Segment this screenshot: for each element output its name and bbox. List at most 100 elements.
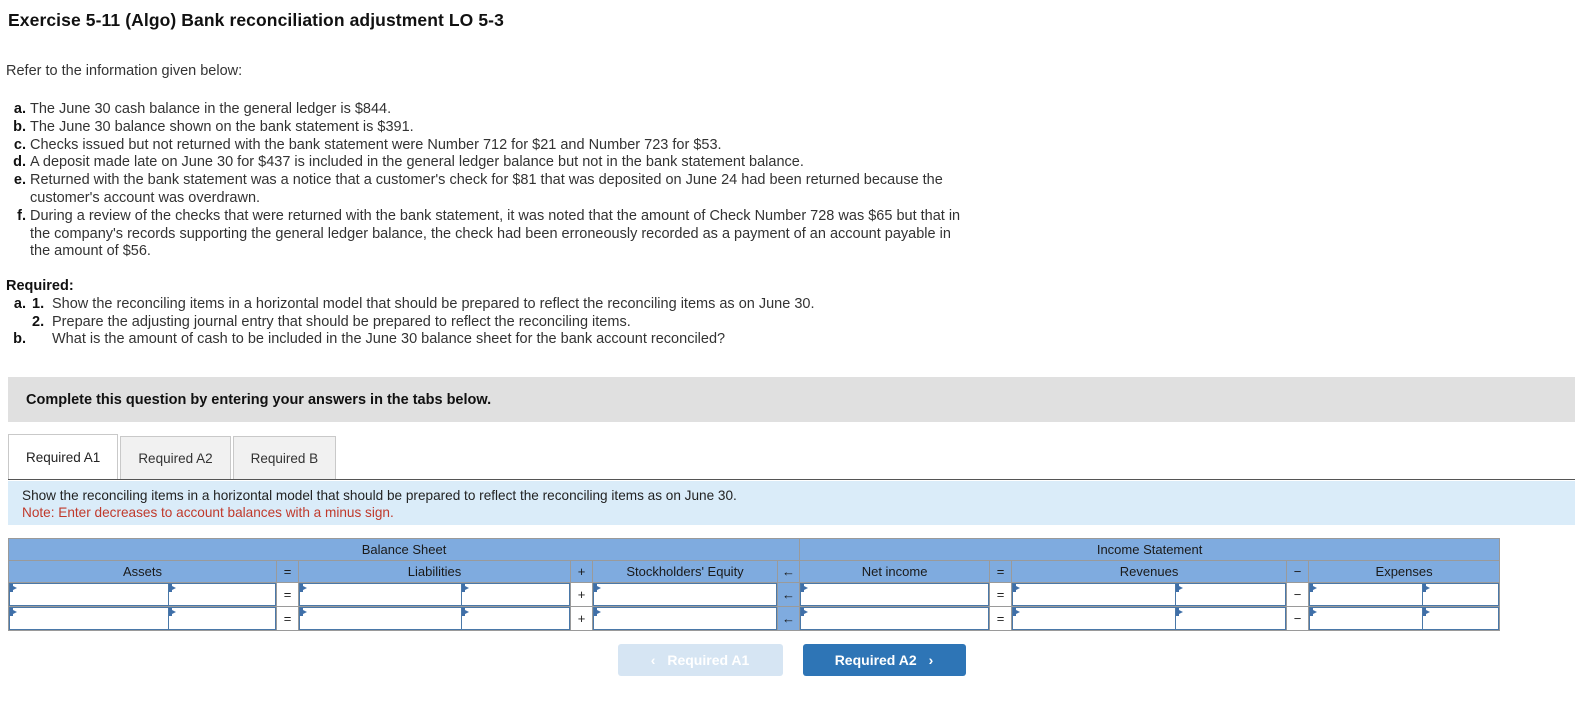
expenses-account-input-r2[interactable] [1310,608,1423,629]
revenues-account-input-wrap-r1[interactable] [1012,583,1177,606]
column-header-equals-1: = [276,560,299,583]
tab-label: Required A2 [138,451,213,466]
table-group-header-row: Balance Sheet Income Statement [7,538,1501,561]
operator-left-arrow-r2: ← [776,606,801,631]
cell-stockholders-equity [592,606,778,631]
fact-item: c. Checks issued but not returned with t… [6,137,966,155]
column-header-liabilities: Liabilities [298,560,571,583]
revenues-amount-input-wrap-r1[interactable] [1176,583,1287,606]
liabilities-amount-input-r1[interactable] [461,584,569,605]
tab-required-a1[interactable]: Required A1 [8,434,119,480]
fact-label: f. [17,207,26,224]
net-income-input-wrap-r2[interactable] [800,607,990,630]
fact-item: e. Returned with the bank statement was … [6,172,966,208]
fact-item: f. During a review of the checks that we… [6,208,966,261]
liabilities-account-input-r2[interactable] [300,608,461,629]
page-title: Exercise 5-11 (Algo) Bank reconciliation… [8,10,504,30]
fact-label: c. [13,136,26,153]
chevron-left-icon: ‹ [650,652,656,668]
required-item: 2. Prepare the adjusting journal entry t… [6,314,986,332]
net-income-input-r2[interactable] [801,608,989,629]
tab-label: Required B [250,451,319,466]
column-header-net-income: Net income [799,560,991,583]
expenses-amount-input-wrap-r1[interactable] [1423,583,1500,606]
prev-required-a1-button[interactable]: ‹ Required A1 [617,644,783,676]
operator-minus-r2: − [1286,606,1310,631]
assets-amount-input-wrap-r2[interactable] [169,607,276,630]
horizontal-model-table: Balance Sheet Income Statement Assets = … [7,538,1501,631]
assets-account-input-wrap-r2[interactable] [9,607,170,630]
expenses-account-input-r1[interactable] [1310,584,1423,605]
expenses-account-input-wrap-r2[interactable] [1309,607,1424,630]
cell-assets [8,582,277,607]
column-header-equals-2: = [989,560,1013,583]
equity-input-r1[interactable] [594,584,776,605]
required-text: Prepare the adjusting journal entry that… [52,313,631,330]
column-header-minus: − [1286,560,1310,583]
next-button-label: Required A2 [834,652,917,668]
equity-input-r2[interactable] [594,608,776,629]
operator-left-arrow-r1: ← [776,582,801,607]
liabilities-account-input-r1[interactable] [300,584,461,605]
required-num: 2. [32,313,45,330]
expenses-account-input-wrap-r1[interactable] [1309,583,1424,606]
cell-net-income [799,582,991,607]
required-item: b. What is the amount of cash to be incl… [6,331,986,349]
revenues-account-input-r2[interactable] [1013,608,1176,629]
expenses-amount-input-r2[interactable] [1423,608,1499,629]
next-required-a2-button[interactable]: Required A2 › [802,644,966,676]
assets-account-input-wrap-r1[interactable] [9,583,170,606]
liabilities-account-input-wrap-r1[interactable] [299,583,462,606]
table-head: Balance Sheet Income Statement Assets = … [7,538,1501,583]
liabilities-amount-input-wrap-r1[interactable] [461,583,570,606]
fact-text: Returned with the bank statement was a n… [30,172,943,206]
fact-text: Checks issued but not returned with the … [30,136,722,153]
revenues-amount-input-r1[interactable] [1176,584,1286,605]
required-alpha: a. [13,295,26,312]
assets-amount-input-r2[interactable] [169,608,275,629]
revenues-account-input-r1[interactable] [1013,584,1176,605]
tab-label: Required A1 [26,450,101,465]
net-income-input-r1[interactable] [801,584,989,605]
assets-amount-input-wrap-r1[interactable] [169,583,276,606]
fact-label: d. [13,154,26,171]
column-header-assets: Assets [8,560,277,583]
fact-item: a. The June 30 cash balance in the gener… [6,101,966,119]
fact-text: The June 30 balance shown on the bank st… [30,118,414,135]
table-body: = + ← = − = + ← = − [8,582,1501,631]
cell-net-income [799,606,991,631]
required-item: a. 1. Show the reconciling items in a ho… [6,296,986,314]
assets-account-input-r2[interactable] [10,608,169,629]
operator-equals-r1: = [276,582,299,607]
assets-account-input-r1[interactable] [10,584,169,605]
cell-revenues [1011,606,1288,631]
liabilities-amount-input-r2[interactable] [461,608,569,629]
cell-expenses [1308,606,1501,631]
fact-text: A deposit made late on June 30 for $437 … [30,154,804,171]
tab-required-b[interactable]: Required B [232,436,337,480]
liabilities-account-input-wrap-r2[interactable] [299,607,462,630]
fact-label: e. [13,172,26,189]
net-income-input-wrap-r1[interactable] [800,583,990,606]
cell-liabilities [298,582,571,607]
column-header-revenues: Revenues [1011,560,1288,583]
column-header-left-arrow: ← [776,560,801,583]
tab-required-a2[interactable]: Required A2 [120,436,231,480]
group-header-income-statement: Income Statement [799,538,1501,561]
required-alpha: b. [13,331,26,348]
table-row: = + ← = − [8,606,1501,631]
column-header-stockholders-equity: Stockholders' Equity [592,560,778,583]
fact-item: b. The June 30 balance shown on the bank… [6,119,966,137]
cell-expenses [1308,582,1501,607]
liabilities-amount-input-wrap-r2[interactable] [461,607,570,630]
expenses-amount-input-r1[interactable] [1423,584,1499,605]
equity-input-wrap-r2[interactable] [593,607,777,630]
expenses-amount-input-wrap-r2[interactable] [1423,607,1500,630]
required-section: Required: a. 1. Show the reconciling ite… [6,278,986,349]
revenues-amount-input-wrap-r2[interactable] [1176,607,1287,630]
assets-amount-input-r1[interactable] [169,584,275,605]
revenues-amount-input-r2[interactable] [1176,608,1286,629]
equity-input-wrap-r1[interactable] [593,583,777,606]
chevron-right-icon: › [928,652,934,668]
revenues-account-input-wrap-r2[interactable] [1012,607,1177,630]
